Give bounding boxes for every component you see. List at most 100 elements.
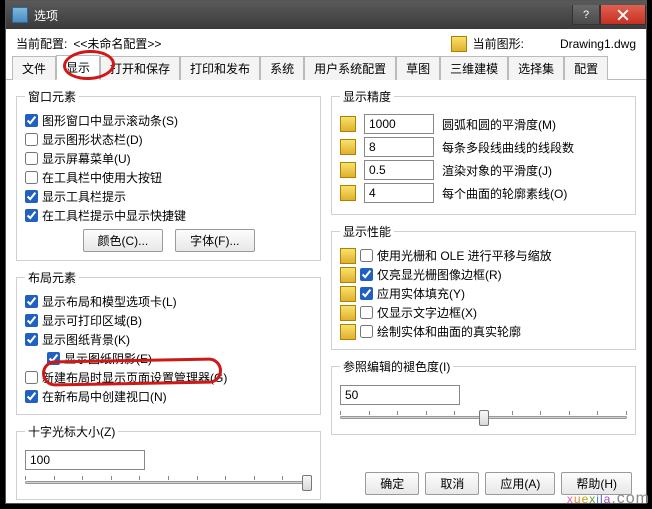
winel-label-0: 图形窗口中显示滚动条(S) <box>42 112 178 129</box>
perf-label-4: 绘制实体和曲面的真实轮廓 <box>377 323 521 340</box>
tab-1[interactable]: 显示 <box>56 55 100 80</box>
layout-checkbox-1[interactable] <box>25 314 38 327</box>
refedit-slider[interactable] <box>340 408 627 426</box>
drawing-icon <box>340 162 356 178</box>
precision-row-0: 圆弧和圆的平滑度(M) <box>340 114 627 134</box>
precision-row-2: 渲染对象的平滑度(J) <box>340 160 627 180</box>
precision-input-3[interactable] <box>364 183 434 203</box>
perf-checkbox-1[interactable] <box>360 268 373 281</box>
layout-row-1: 显示可打印区域(B) <box>25 311 312 330</box>
refedit-legend: 参照编辑的褪色度(I) <box>340 358 453 375</box>
winel-label-2: 显示屏幕菜单(U) <box>42 150 131 167</box>
winel-label-4: 显示工具栏提示 <box>42 188 126 205</box>
refedit-input[interactable] <box>340 385 460 405</box>
winel-checkbox-4[interactable] <box>25 190 38 203</box>
perf-label-2: 应用实体填充(Y) <box>377 285 465 302</box>
drawing-icon <box>340 116 356 132</box>
winel-label-1: 显示图形状态栏(D) <box>42 131 143 148</box>
winel-row-3: 在工具栏中使用大按钮 <box>25 168 312 187</box>
tab-9[interactable]: 配置 <box>564 56 608 80</box>
cancel-button[interactable]: 取消 <box>425 472 479 495</box>
winel-label-3: 在工具栏中使用大按钮 <box>42 169 162 186</box>
perf-checkbox-2[interactable] <box>360 287 373 300</box>
winel-label-5: 在工具栏提示中显示快捷键 <box>42 207 186 224</box>
precision-group: 显示精度 圆弧和圆的平滑度(M) 每条多段线曲线的线段数渲染对象的平滑度(J) 每个… <box>331 88 636 215</box>
winel-checkbox-0[interactable] <box>25 114 38 127</box>
layout-checkbox-5[interactable] <box>25 390 38 403</box>
window-elements-legend: 窗口元素 <box>25 88 79 105</box>
winel-checkbox-5[interactable] <box>25 209 38 222</box>
font-button[interactable]: 字体(F)... <box>175 229 254 252</box>
drawing-icon <box>340 324 356 340</box>
ok-button[interactable]: 确定 <box>365 472 419 495</box>
layout-elements-legend: 布局元素 <box>25 269 79 286</box>
layout-label-4: 新建布局时显示页面设置管理器(G) <box>42 369 227 386</box>
layout-checkbox-3[interactable] <box>47 352 60 365</box>
perf-label-1: 仅亮显光栅图像边框(R) <box>377 266 502 283</box>
perf-checkbox-3[interactable] <box>360 306 373 319</box>
drawing-icon <box>340 286 356 302</box>
layout-checkbox-0[interactable] <box>25 295 38 308</box>
drawing-icon <box>340 305 356 321</box>
layout-label-5: 在新布局中创建视口(N) <box>42 388 167 405</box>
winel-row-2: 显示屏幕菜单(U) <box>25 149 312 168</box>
current-drawing-label: 当前图形: <box>473 35 524 52</box>
close-button[interactable] <box>600 5 646 25</box>
tab-2[interactable]: 打开和保存 <box>100 56 180 80</box>
drawing-icon <box>340 139 356 155</box>
precision-input-1[interactable] <box>364 137 434 157</box>
performance-legend: 显示性能 <box>340 223 394 240</box>
layout-checkbox-4[interactable] <box>25 371 38 384</box>
tab-7[interactable]: 三维建模 <box>440 56 508 80</box>
perf-checkbox-0[interactable] <box>360 249 373 262</box>
winel-checkbox-3[interactable] <box>25 171 38 184</box>
refedit-group: 参照编辑的褪色度(I) <box>331 358 636 435</box>
tab-5[interactable]: 用户系统配置 <box>304 56 396 80</box>
winel-row-1: 显示图形状态栏(D) <box>25 130 312 149</box>
tab-8[interactable]: 选择集 <box>508 56 564 80</box>
layout-label-3: 显示图纸阴影(E) <box>64 350 152 367</box>
drawing-icon <box>451 36 467 52</box>
drawing-icon <box>340 267 356 283</box>
precision-row-3: 每个曲面的轮廓素线(O) <box>340 183 627 203</box>
crosshair-slider[interactable] <box>25 473 312 491</box>
winel-checkbox-1[interactable] <box>25 133 38 146</box>
winel-checkbox-2[interactable] <box>25 152 38 165</box>
tab-6[interactable]: 草图 <box>396 56 440 80</box>
tab-3[interactable]: 打印和发布 <box>180 56 260 80</box>
layout-row-2: 显示图纸背景(K) <box>25 330 312 349</box>
layout-checkbox-2[interactable] <box>25 333 38 346</box>
winel-row-4: 显示工具栏提示 <box>25 187 312 206</box>
perf-row-0: 使用光栅和 OLE 进行平移与缩放 <box>340 246 627 265</box>
layout-row-4: 新建布局时显示页面设置管理器(G) <box>25 368 312 387</box>
layout-row-0: 显示布局和模型选项卡(L) <box>25 292 312 311</box>
layout-label-0: 显示布局和模型选项卡(L) <box>42 293 177 310</box>
precision-input-2[interactable] <box>364 160 434 180</box>
layout-label-1: 显示可打印区域(B) <box>42 312 142 329</box>
app-icon <box>12 7 28 23</box>
layout-row-5: 在新布局中创建视口(N) <box>25 387 312 406</box>
precision-label-0: 圆弧和圆的平滑度(M) <box>442 116 556 133</box>
tab-strip: 文件显示打开和保存打印和发布系统用户系统配置草图三维建模选择集配置 <box>6 58 646 80</box>
titlebar[interactable]: 选项 ? <box>6 1 646 29</box>
precision-legend: 显示精度 <box>340 88 394 105</box>
options-dialog: 选项 ? 当前配置: <<未命名配置>> 当前图形: Drawing1.dwg … <box>5 0 647 504</box>
config-bar: 当前配置: <<未命名配置>> 当前图形: Drawing1.dwg <box>6 29 646 56</box>
precision-input-0[interactable] <box>364 114 434 134</box>
apply-button[interactable]: 应用(A) <box>485 472 555 495</box>
perf-row-1: 仅亮显光栅图像边框(R) <box>340 265 627 284</box>
perf-checkbox-4[interactable] <box>360 325 373 338</box>
tab-4[interactable]: 系统 <box>260 56 304 80</box>
precision-row-1: 每条多段线曲线的线段数 <box>340 137 627 157</box>
winel-row-0: 图形窗口中显示滚动条(S) <box>25 111 312 130</box>
drawing-icon <box>340 185 356 201</box>
tab-0[interactable]: 文件 <box>12 56 56 80</box>
perf-row-3: 仅显示文字边框(X) <box>340 303 627 322</box>
crosshair-input[interactable] <box>25 450 145 470</box>
color-button[interactable]: 颜色(C)... <box>83 229 164 252</box>
current-config-label: 当前配置: <box>16 35 67 52</box>
perf-row-2: 应用实体填充(Y) <box>340 284 627 303</box>
current-drawing-value: Drawing1.dwg <box>560 37 636 51</box>
help-button[interactable]: ? <box>572 5 600 25</box>
perf-row-4: 绘制实体和曲面的真实轮廓 <box>340 322 627 341</box>
